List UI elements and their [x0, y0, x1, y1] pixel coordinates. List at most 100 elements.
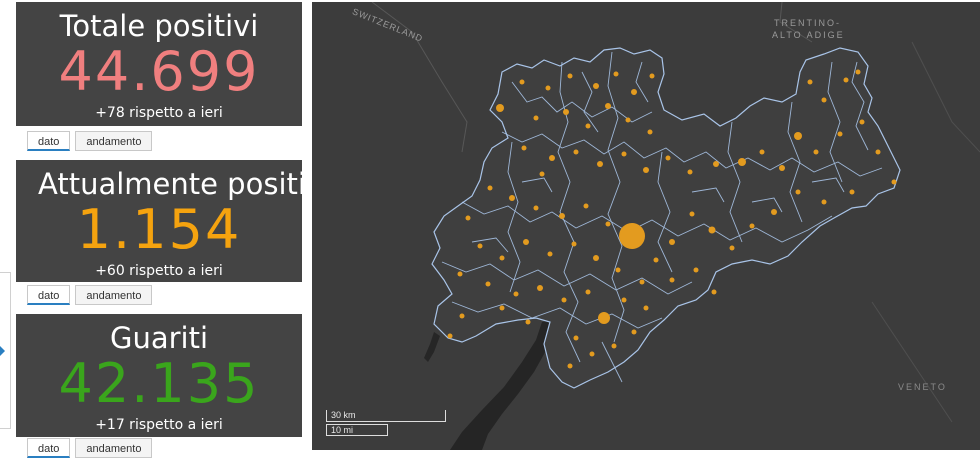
dot [665, 155, 671, 161]
dot [729, 245, 735, 251]
dot [597, 161, 603, 167]
dot [621, 297, 627, 303]
dot [779, 165, 785, 171]
dot [631, 89, 637, 95]
tab-dato[interactable]: dato [27, 285, 71, 305]
dot [807, 79, 813, 85]
dot [687, 169, 693, 175]
dot [605, 103, 611, 109]
dot [669, 239, 675, 245]
dot [571, 241, 577, 247]
region-border [871, 41, 980, 423]
dot [465, 215, 471, 221]
dot [749, 223, 755, 229]
dot [738, 158, 746, 166]
tab-dato[interactable]: dato [27, 131, 71, 151]
dot [593, 83, 599, 89]
dot [567, 363, 573, 369]
dot [477, 243, 483, 249]
tab-dato[interactable]: dato [27, 438, 71, 458]
dot [647, 129, 653, 135]
dot [643, 305, 649, 311]
card-title: Totale positivi [59, 9, 259, 43]
dot [539, 171, 545, 177]
dot-large [619, 223, 645, 249]
dot [711, 289, 717, 295]
tab-andamento[interactable]: andamento [75, 131, 153, 151]
dot [573, 335, 579, 341]
dot [513, 291, 519, 297]
lake-small [424, 332, 440, 362]
map-canvas[interactable]: SWITZERLAND TRENTINO- ALTO ADIGE VENETO [312, 2, 980, 450]
dot [563, 109, 569, 115]
dot [639, 279, 645, 285]
dot [689, 211, 695, 217]
dot [583, 203, 589, 209]
dot [496, 104, 504, 112]
dot [447, 333, 453, 339]
card-tabs: dato andamento [27, 131, 153, 151]
dot-medium [598, 312, 610, 324]
dot [843, 77, 849, 83]
dot [631, 329, 637, 335]
dot [585, 123, 591, 129]
card-guariti: Guariti 42.135 +17 rispetto a ieri [16, 314, 302, 437]
dot [573, 149, 579, 155]
dot [585, 289, 591, 295]
dot [653, 257, 659, 263]
label-region-line2: ALTO ADIGE [772, 30, 845, 40]
dot [487, 185, 493, 191]
dot [589, 351, 595, 357]
card-totale-positivi: Totale positivi 44.699 +78 rispetto a ie… [16, 2, 302, 126]
dot [549, 155, 555, 161]
dot [521, 145, 527, 151]
dot [485, 281, 491, 287]
dot [525, 319, 531, 325]
dot [643, 167, 649, 173]
dot [821, 199, 827, 205]
scale-bar-km: 30 km [326, 410, 446, 422]
scale-bar-mi: 10 mi [326, 424, 388, 436]
dot [509, 195, 515, 201]
dot [611, 343, 617, 349]
expand-arrow-icon[interactable] [0, 346, 5, 356]
dot [625, 117, 631, 123]
tab-andamento[interactable]: andamento [75, 285, 153, 305]
dot [713, 161, 719, 167]
dot [855, 69, 861, 75]
card-delta: +60 rispetto a ieri [95, 263, 223, 279]
dot [457, 271, 463, 277]
dot [849, 189, 855, 195]
dot [649, 73, 655, 79]
card-tabs: dato andamento [27, 285, 153, 305]
dot [693, 267, 699, 273]
dot [837, 131, 843, 137]
map-view[interactable]: SWITZERLAND TRENTINO- ALTO ADIGE VENETO … [312, 2, 980, 450]
dot [794, 132, 802, 140]
dot [537, 285, 543, 291]
dot [621, 151, 627, 157]
dot [523, 239, 529, 245]
dot [559, 213, 565, 219]
dot [771, 209, 777, 215]
dot [533, 205, 539, 211]
label-veneto: VENETO [898, 382, 947, 392]
dot [605, 221, 611, 227]
card-tabs: dato andamento [27, 438, 153, 458]
dot [545, 85, 551, 91]
dot [567, 73, 573, 79]
dot [499, 255, 505, 261]
dot [459, 313, 465, 319]
card-value: 42.135 [58, 352, 260, 415]
dot [821, 97, 827, 103]
tab-andamento[interactable]: andamento [75, 438, 153, 458]
dot [875, 149, 881, 155]
card-delta: +17 rispetto a ieri [95, 417, 223, 433]
dot [593, 255, 599, 261]
dot [499, 305, 505, 311]
card-title: Attualmente positivi [38, 167, 302, 201]
dot [669, 277, 675, 283]
dot [759, 149, 765, 155]
dot [533, 115, 539, 121]
card-value: 44.699 [58, 40, 260, 103]
